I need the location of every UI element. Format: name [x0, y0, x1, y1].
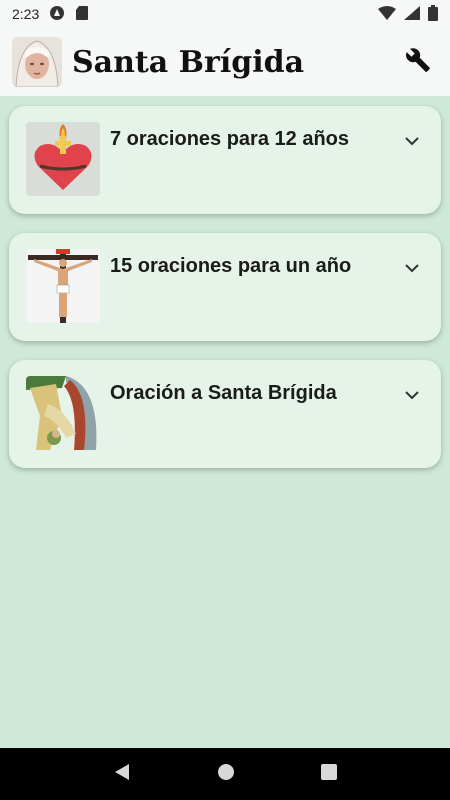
- app-title: Santa Brígida: [72, 44, 305, 80]
- prayer-card[interactable]: 7 oraciones para 12 años: [9, 106, 441, 214]
- home-icon[interactable]: [217, 763, 235, 786]
- prayer-list: 7 oraciones para 12 años 15 oraciones pa…: [0, 96, 450, 497]
- settings-button[interactable]: [398, 42, 438, 82]
- prayer-card-title: 15 oraciones para un año: [110, 255, 352, 277]
- wrench-icon: [405, 47, 431, 78]
- prayer-card-title: Oración a Santa Brígida: [110, 382, 337, 404]
- status-bar: 2:23: [0, 0, 450, 28]
- app-notification-icon: [49, 5, 65, 24]
- saint-portrait-avatar: [12, 37, 62, 87]
- wifi-icon: [378, 5, 396, 23]
- prayer-card[interactable]: Oración a Santa Brígida: [9, 360, 441, 468]
- system-navigation-bar: [0, 748, 450, 800]
- sacred-heart-image: [26, 122, 100, 196]
- back-icon[interactable]: [113, 763, 131, 786]
- pieta-painting-image: [26, 376, 100, 450]
- app-bar: Santa Brígida: [0, 28, 450, 96]
- prayer-card-title: 7 oraciones para 12 años: [110, 128, 350, 150]
- crucifix-image: [26, 249, 100, 323]
- chevron-down-icon[interactable]: [399, 255, 425, 281]
- chevron-down-icon[interactable]: [399, 128, 425, 154]
- prayer-card[interactable]: 15 oraciones para un año: [9, 233, 441, 341]
- signal-icon: [404, 5, 420, 23]
- sd-card-icon: [75, 5, 89, 24]
- status-time: 2:23: [12, 6, 40, 22]
- recents-icon[interactable]: [321, 763, 337, 785]
- chevron-down-icon[interactable]: [399, 382, 425, 408]
- battery-icon: [428, 4, 438, 24]
